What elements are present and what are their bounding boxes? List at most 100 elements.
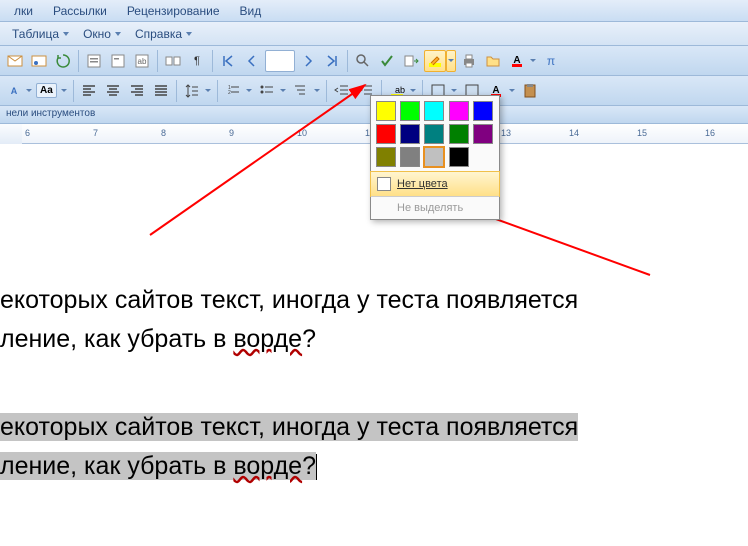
styles-icon[interactable]: A — [4, 80, 24, 102]
color-swatch[interactable] — [400, 147, 420, 167]
color-swatch[interactable] — [473, 101, 493, 121]
color-swatch[interactable] — [424, 124, 444, 144]
print-icon[interactable] — [458, 50, 480, 72]
fontcolor-dropdown[interactable] — [528, 50, 538, 72]
case-button[interactable]: Aa — [36, 83, 57, 98]
formula-icon[interactable]: π — [540, 50, 562, 72]
ruler-tick: 9 — [229, 128, 234, 138]
text-cursor — [316, 454, 317, 480]
linespacing-icon[interactable] — [181, 80, 203, 102]
outdent-icon[interactable] — [331, 80, 353, 102]
color-swatch[interactable] — [400, 101, 420, 121]
ruler-tick: 13 — [501, 128, 511, 138]
folder-icon[interactable] — [482, 50, 504, 72]
submenu-table[interactable]: Таблица — [6, 25, 77, 43]
align-justify-icon[interactable] — [150, 80, 172, 102]
toolbar-row-1: ab ¶ A π — [0, 46, 748, 76]
ruler-tick: 7 — [93, 128, 98, 138]
highlight-icon[interactable] — [424, 50, 446, 72]
color-grid — [371, 96, 499, 172]
color-swatch[interactable] — [424, 101, 444, 121]
highlight-color-popup: Нет цвета Не выделять — [370, 95, 500, 220]
submenu-bar: Таблица Окно Справка — [0, 22, 748, 46]
numlist-dropdown[interactable] — [244, 80, 254, 102]
highlight-dropdown[interactable] — [446, 50, 456, 72]
bullist-split[interactable] — [256, 80, 288, 102]
menu-view[interactable]: Вид — [230, 2, 272, 20]
prev-icon[interactable] — [241, 50, 263, 72]
paragraph-1: екоторых сайтов текст, иногда у теста по… — [0, 284, 748, 317]
submenu-help[interactable]: Справка — [129, 25, 200, 43]
separator — [212, 50, 213, 72]
refresh-icon[interactable] — [52, 50, 74, 72]
next-icon[interactable] — [297, 50, 319, 72]
color-swatch[interactable] — [449, 101, 469, 121]
separator — [347, 50, 348, 72]
bullist-dropdown[interactable] — [278, 80, 288, 102]
paragraph-1b: ление, как убрать в ворде? — [0, 323, 748, 356]
match-fields-icon[interactable] — [162, 50, 184, 72]
paragraph-2b: ление, как убрать в ворде? — [0, 450, 748, 483]
svg-text:A: A — [11, 86, 18, 96]
linespacing-split[interactable] — [181, 80, 213, 102]
check-icon[interactable] — [376, 50, 398, 72]
align-center-icon[interactable] — [102, 80, 124, 102]
selected-text: екоторых сайтов текст, иногда у теста по… — [0, 413, 578, 441]
numlist-split[interactable]: 12 — [222, 80, 254, 102]
menu-mailings[interactable]: Рассылки — [43, 2, 117, 20]
color-swatch[interactable] — [424, 147, 444, 167]
bullist-icon[interactable] — [256, 80, 278, 102]
case-dropdown[interactable] — [59, 80, 69, 102]
menubar: лки Рассылки Рецензирование Вид — [0, 0, 748, 22]
styles-dropdown[interactable] — [24, 80, 34, 102]
color-swatch[interactable] — [449, 124, 469, 144]
insert-field2-icon[interactable] — [107, 50, 129, 72]
separator — [78, 50, 79, 72]
merge-run-icon[interactable] — [400, 50, 422, 72]
color-swatch[interactable] — [376, 101, 396, 121]
highlight-split[interactable] — [424, 50, 456, 72]
no-color-label: Нет цвета — [397, 178, 448, 190]
color-swatch[interactable] — [376, 147, 396, 167]
linespacing-dropdown[interactable] — [203, 80, 213, 102]
greeting-icon[interactable]: ab — [131, 50, 153, 72]
no-color-swatch — [377, 177, 391, 191]
menu-review[interactable]: Рецензирование — [117, 2, 230, 20]
paragraph-2: екоторых сайтов текст, иногда у теста по… — [0, 411, 748, 444]
styles-split[interactable]: A — [4, 80, 34, 102]
numlist-icon[interactable]: 12 — [222, 80, 244, 102]
separator — [217, 80, 218, 102]
svg-text:π: π — [547, 54, 555, 68]
menu-lki[interactable]: лки — [4, 2, 43, 20]
insert-field-icon[interactable] — [83, 50, 105, 72]
ruler-tick: 16 — [705, 128, 715, 138]
color-swatch[interactable] — [449, 147, 469, 167]
selected-text: ление, как убрать в ворде? — [0, 452, 316, 480]
color-swatch[interactable] — [473, 124, 493, 144]
svg-text:ab: ab — [395, 85, 405, 95]
svg-text:2: 2 — [228, 90, 231, 96]
fontcolor-split[interactable]: A — [506, 50, 538, 72]
envelope-icon[interactable] — [4, 50, 26, 72]
color-swatch[interactable] — [400, 124, 420, 144]
no-color-option[interactable]: Нет цвета — [370, 171, 500, 197]
first-icon[interactable] — [217, 50, 239, 72]
svg-text:ab: ab — [138, 57, 147, 66]
fontcolor-icon[interactable]: A — [506, 50, 528, 72]
record-number[interactable] — [265, 50, 295, 72]
multilist-split[interactable] — [290, 80, 322, 102]
align-left-icon[interactable] — [78, 80, 100, 102]
find-icon[interactable] — [352, 50, 374, 72]
color-swatch[interactable] — [376, 124, 396, 144]
submenu-window[interactable]: Окно — [77, 25, 129, 43]
show-paragraph-icon[interactable]: ¶ — [186, 50, 208, 72]
multilist-icon[interactable] — [290, 80, 312, 102]
paste-icon[interactable] — [519, 80, 541, 102]
align-right-icon[interactable] — [126, 80, 148, 102]
envelope-people-icon[interactable] — [28, 50, 50, 72]
ruler-tick: 14 — [569, 128, 579, 138]
separator — [157, 50, 158, 72]
last-icon[interactable] — [321, 50, 343, 72]
multilist-dropdown[interactable] — [312, 80, 322, 102]
fontcolor2-dropdown[interactable] — [507, 80, 517, 102]
